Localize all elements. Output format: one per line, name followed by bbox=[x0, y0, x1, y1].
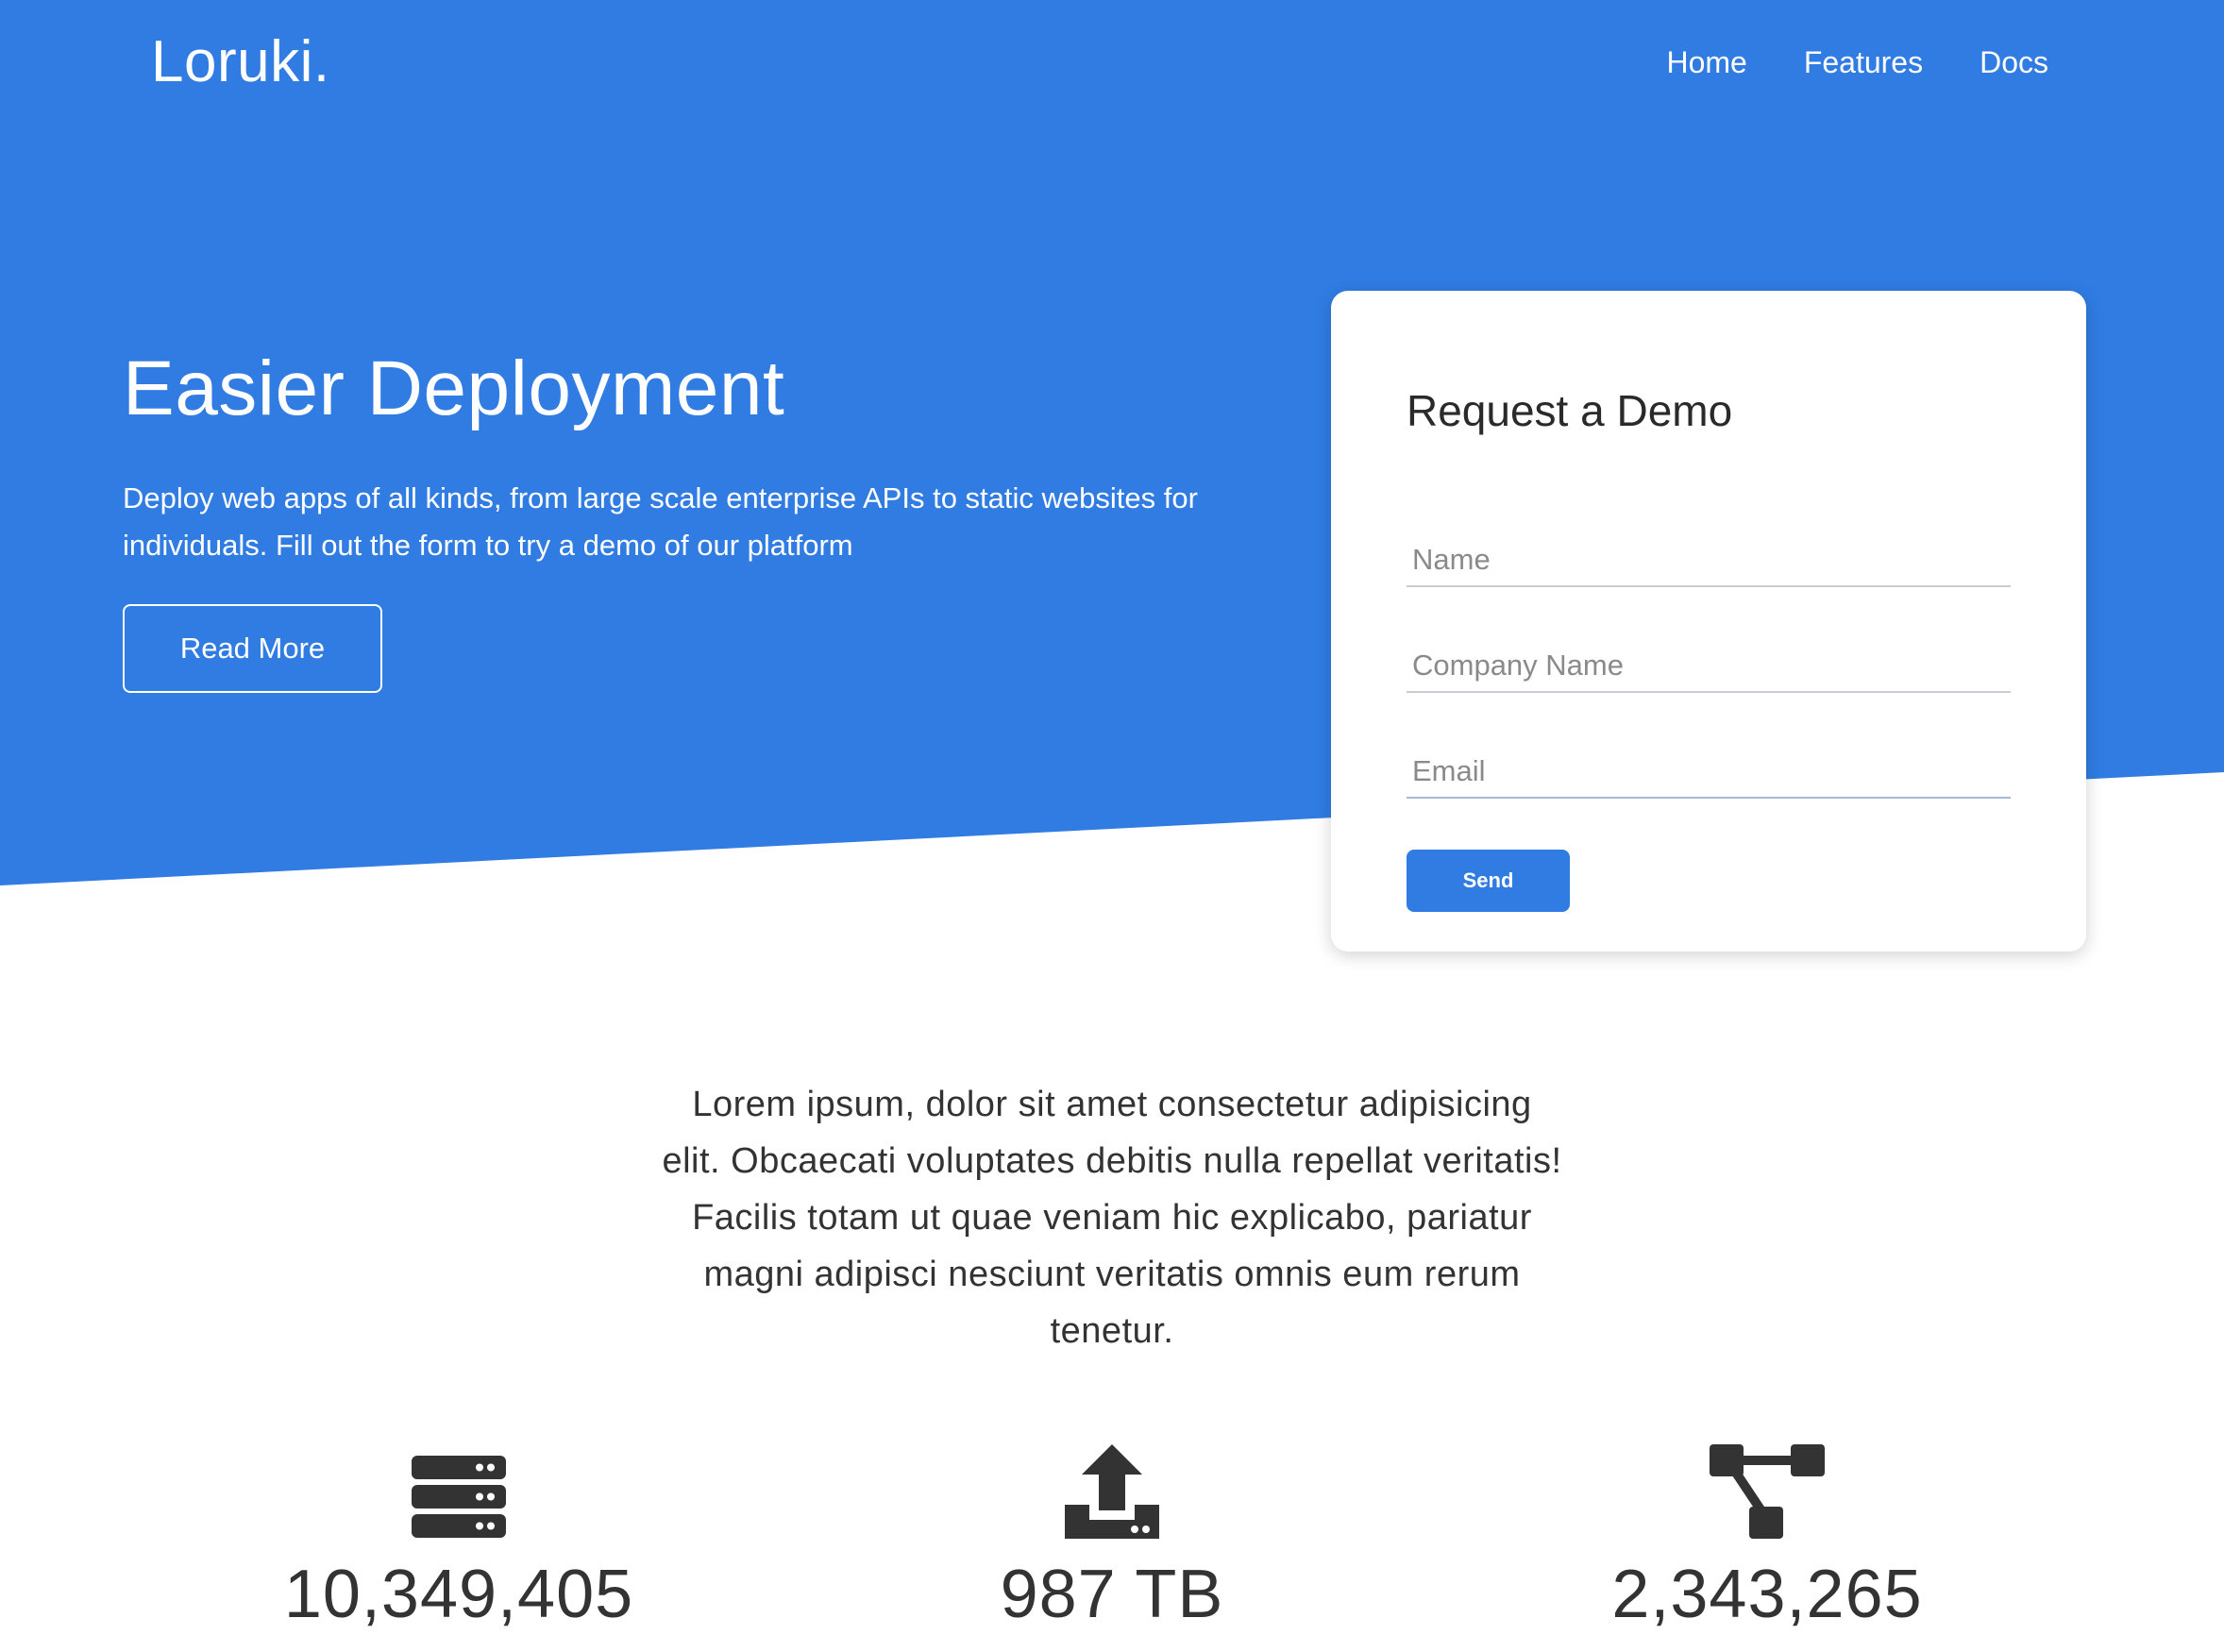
request-demo-title: Request a Demo bbox=[1407, 386, 1733, 435]
server-icon bbox=[176, 1444, 742, 1539]
company-name-field[interactable] bbox=[1407, 640, 2011, 693]
nav-docs-link[interactable]: Docs bbox=[1980, 45, 2048, 80]
stat-servers: 10,349,405 bbox=[176, 1444, 742, 1633]
stat-storage: 987 TB bbox=[829, 1444, 1395, 1633]
request-demo-card: Request a Demo Send bbox=[1331, 291, 2086, 952]
email-field[interactable] bbox=[1407, 746, 2011, 799]
read-more-button[interactable]: Read More bbox=[123, 604, 382, 693]
stat-servers-value: 10,349,405 bbox=[283, 1557, 634, 1632]
upload-icon bbox=[829, 1444, 1395, 1539]
stat-storage-value: 987 TB bbox=[1000, 1557, 1224, 1632]
stat-projects: 2,343,265 bbox=[1484, 1444, 2050, 1633]
nav-home-link[interactable]: Home bbox=[1666, 45, 1746, 80]
stat-projects-value: 2,343,265 bbox=[1611, 1557, 1923, 1632]
send-button[interactable]: Send bbox=[1407, 850, 1570, 912]
nav-features-link[interactable]: Features bbox=[1804, 45, 1923, 80]
landing-page: Loruki. Home Features Docs Easier Deploy… bbox=[0, 0, 2224, 1652]
hero-title: Easier Deployment bbox=[123, 346, 785, 431]
main-nav: Home Features Docs bbox=[1666, 45, 2048, 80]
intro-paragraph: Lorem ipsum, dolor sit amet consectetur … bbox=[662, 1085, 1562, 1351]
hero-subtitle: Deploy web apps of all kinds, from large… bbox=[123, 481, 1198, 562]
brand-logo[interactable]: Loruki. bbox=[151, 28, 330, 95]
name-field[interactable] bbox=[1407, 534, 2011, 587]
project-diagram-icon bbox=[1484, 1444, 2050, 1539]
